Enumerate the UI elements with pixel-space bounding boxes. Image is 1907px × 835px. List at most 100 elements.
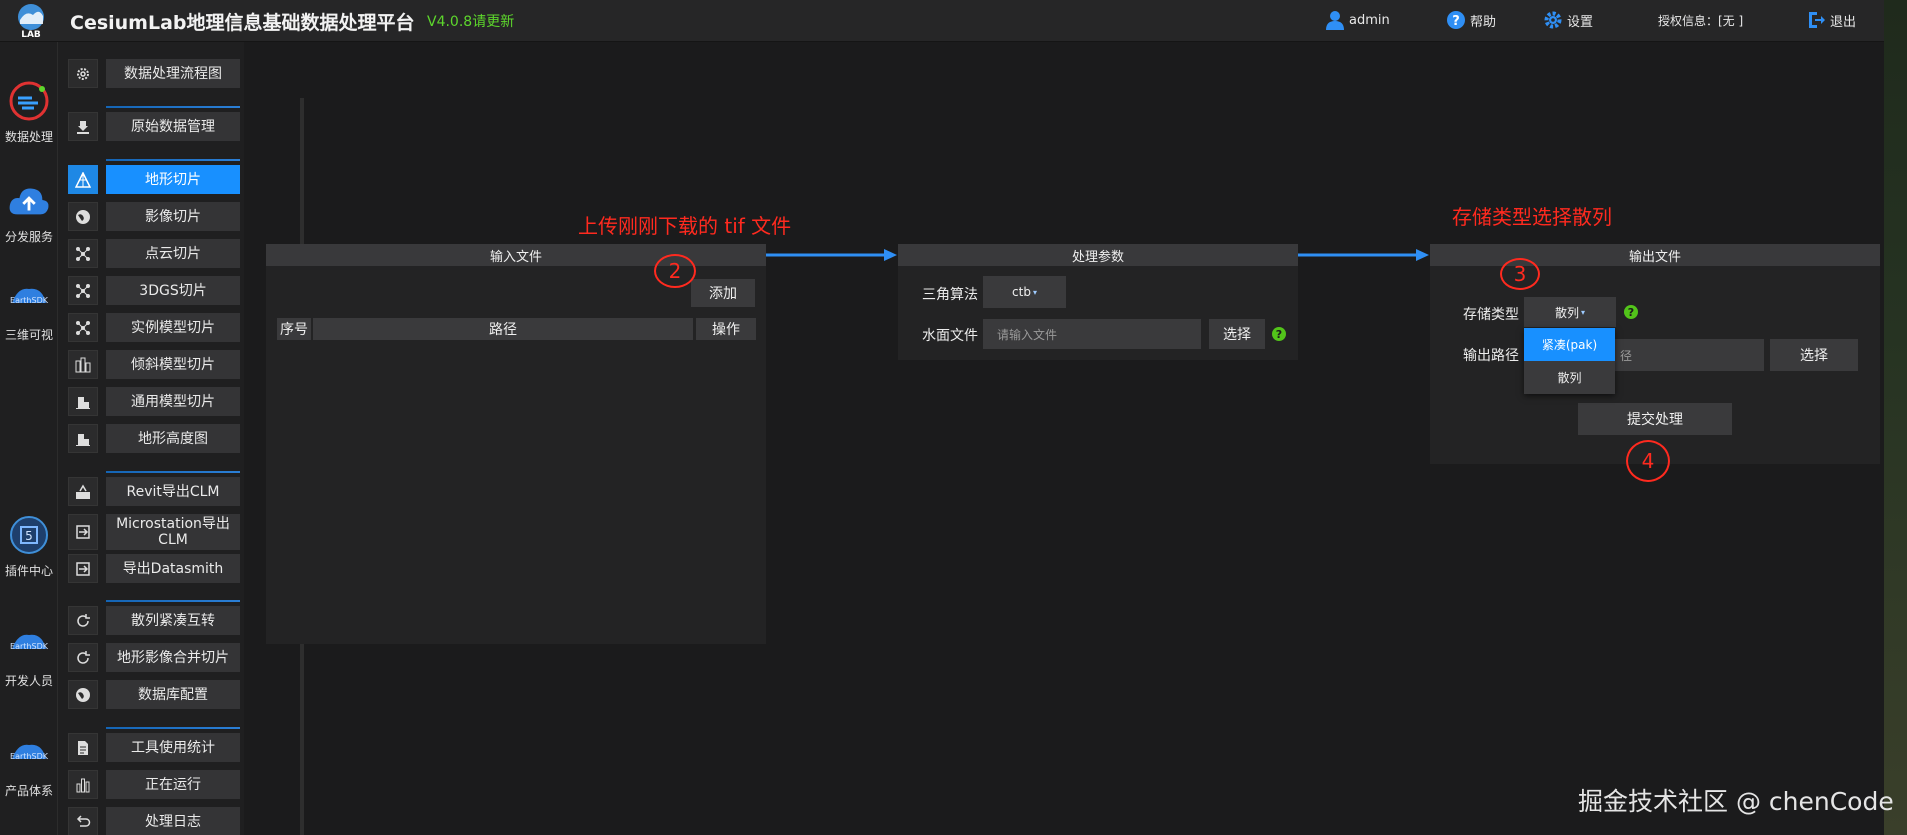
chart-icon	[68, 770, 98, 799]
globe-icon	[68, 680, 98, 709]
add-button[interactable]: 添加	[691, 279, 755, 307]
menu-item-database-config[interactable]: 数据库配置	[68, 680, 296, 709]
user-name: admin	[1349, 12, 1390, 28]
menu-item-imagery-tiling[interactable]: 影像切片	[68, 202, 296, 231]
svg-text:EarthSDK: EarthSDK	[10, 642, 49, 651]
menu-button[interactable]: 原始数据管理	[106, 112, 240, 141]
annotation-step-3: 3	[1500, 258, 1540, 290]
menu-item-terrain-imagery-merge[interactable]: 地形影像合并切片	[68, 643, 296, 672]
menu-item-running[interactable]: 正在运行	[68, 770, 296, 799]
help-icon[interactable]: ?	[1624, 305, 1638, 319]
menu-button[interactable]: Revit导出CLM	[106, 477, 240, 506]
water-select-button[interactable]: 选择	[1209, 319, 1265, 349]
rail-label: 产品体系	[4, 784, 53, 798]
secondary-menu: 数据处理流程图 原始数据管理 地形切片 影像切片 点云切片 3DGS切片 实例模…	[58, 42, 304, 835]
menu-button[interactable]: 实例模型切片	[106, 313, 240, 342]
rail-item-developers[interactable]: EarthSDK 开发人员	[0, 624, 58, 689]
rail-label: 三维可视	[4, 328, 53, 342]
menu-button[interactable]: 处理日志	[106, 807, 240, 835]
annotation-step-2: 2	[654, 254, 696, 288]
menu-item-3dgs-tiling[interactable]: 3DGS切片	[68, 276, 296, 305]
storage-type-value: 散列	[1554, 305, 1579, 320]
column-header-index: 序号	[277, 318, 311, 340]
nodes-icon	[68, 239, 98, 268]
menu-item-flowchart[interactable]: 数据处理流程图	[68, 59, 296, 88]
flow-arrow-2	[1298, 249, 1429, 261]
cesiumlab-logo[interactable]: LAB	[12, 2, 50, 40]
menu-item-terrain-tiling[interactable]: 地形切片	[68, 165, 296, 194]
menu-item-revit-export[interactable]: Revit导出CLM	[68, 477, 296, 506]
logout-label: 退出	[1830, 14, 1857, 30]
nodes-icon	[68, 276, 98, 305]
storage-type-select[interactable]: 散列 ▾	[1524, 297, 1616, 327]
menu-item-microstation-export[interactable]: Microstation导出CLM	[68, 514, 296, 550]
water-file-input[interactable]: 请输入文件	[983, 319, 1201, 349]
cloud-upload-icon	[8, 180, 50, 222]
earthsdk-icon: EarthSDK	[8, 734, 50, 776]
menu-item-processing-log[interactable]: 处理日志	[68, 807, 296, 835]
rail-item-distribution[interactable]: 分发服务	[0, 180, 58, 245]
refresh-icon	[68, 606, 98, 635]
menu-item-general-model-tiling[interactable]: 通用模型切片	[68, 387, 296, 416]
menu-item-hash-compact-convert[interactable]: 散列紧凑互转	[68, 606, 296, 635]
annotation-upload-note: 上传刚刚下载的 tif 文件	[578, 214, 792, 238]
menu-item-oblique-model-tiling[interactable]: 倾斜模型切片	[68, 350, 296, 379]
menu-button[interactable]: 倾斜模型切片	[106, 350, 240, 379]
menu-button[interactable]: 通用模型切片	[106, 387, 240, 416]
menu-item-terrain-heightmap[interactable]: 地形高度图	[68, 424, 296, 453]
menu-button[interactable]: 地形高度图	[106, 424, 240, 453]
menu-button[interactable]: 点云切片	[106, 239, 240, 268]
rail-item-data-processing[interactable]: 数据处理	[0, 80, 58, 145]
menu-button[interactable]: 3DGS切片	[106, 276, 240, 305]
settings-button[interactable]: 设置	[1543, 8, 1593, 32]
menu-button[interactable]: 地形切片	[106, 165, 240, 194]
earthsdk-icon: EarthSDK	[8, 624, 50, 666]
menu-button[interactable]: 工具使用统计	[106, 733, 240, 762]
menu-divider	[106, 106, 240, 108]
menu-button[interactable]: 正在运行	[106, 770, 240, 799]
dropdown-option-hash[interactable]: 散列	[1524, 361, 1615, 394]
logout-button[interactable]: 退出	[1806, 8, 1856, 32]
help-icon[interactable]: ?	[1272, 327, 1286, 341]
building-icon	[68, 387, 98, 416]
user-menu[interactable]: admin	[1325, 8, 1390, 32]
menu-item-datasmith-export[interactable]: 导出Datasmith	[68, 554, 296, 583]
gear-icon	[68, 59, 98, 88]
menu-item-pointcloud-tiling[interactable]: 点云切片	[68, 239, 296, 268]
menu-item-instance-model-tiling[interactable]: 实例模型切片	[68, 313, 296, 342]
logo-text: LAB	[21, 30, 41, 40]
input-file-panel: 输入文件 添加 序号 路径 操作	[266, 244, 766, 644]
algo-value: ctb	[1012, 285, 1031, 299]
algo-select[interactable]: ctb ▾	[983, 276, 1066, 308]
dropdown-option-compact[interactable]: 紧凑(pak)	[1524, 328, 1615, 361]
menu-button[interactable]: 数据库配置	[106, 680, 240, 709]
menu-button[interactable]: 地形影像合并切片	[106, 643, 240, 672]
menu-button[interactable]: 散列紧凑互转	[106, 606, 240, 635]
menu-divider	[106, 159, 240, 161]
menu-divider	[106, 471, 240, 473]
menu-button[interactable]: 导出Datasmith	[106, 554, 240, 583]
output-select-button[interactable]: 选择	[1770, 339, 1858, 371]
user-icon	[1326, 11, 1344, 30]
rail-item-products[interactable]: EarthSDK 产品体系	[0, 734, 58, 799]
svg-text:5: 5	[25, 529, 33, 543]
menu-button[interactable]: Microstation导出CLM	[106, 514, 240, 550]
menu-item-tool-usage-stats[interactable]: 工具使用统计	[68, 733, 296, 762]
rail-item-3d-visual[interactable]: EarthSDK 三维可视	[0, 278, 58, 343]
version-badge[interactable]: V4.0.8请更新	[427, 11, 514, 31]
buildings-icon	[68, 350, 98, 379]
database-icon	[68, 112, 98, 141]
question-circle-icon: ?	[1447, 11, 1465, 29]
output-path-label: 输出路径	[1463, 348, 1519, 364]
submit-button[interactable]: 提交处理	[1578, 403, 1732, 435]
menu-button[interactable]: 影像切片	[106, 202, 240, 231]
menu-item-raw-data[interactable]: 原始数据管理	[68, 112, 296, 141]
logout-icon	[1809, 12, 1825, 28]
rail-item-plugins[interactable]: 5 插件中心	[0, 514, 58, 579]
chevron-down-icon: ▾	[1581, 307, 1586, 317]
svg-text:?: ?	[1452, 14, 1460, 29]
help-button[interactable]: ? 帮助	[1446, 8, 1496, 32]
menu-button[interactable]: 数据处理流程图	[106, 59, 240, 88]
globe-icon	[68, 202, 98, 231]
panel-title: 处理参数	[898, 244, 1298, 266]
